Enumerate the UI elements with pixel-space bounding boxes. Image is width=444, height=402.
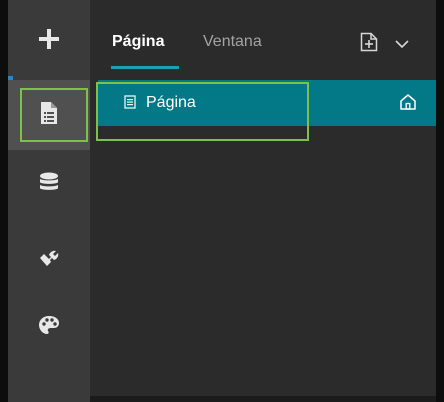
active-tab-underline	[111, 66, 179, 69]
chevron-down-icon[interactable]	[395, 36, 409, 54]
document-icon	[124, 95, 136, 114]
page-list-item[interactable]: Página	[98, 80, 436, 126]
home-icon[interactable]	[399, 93, 417, 116]
app-frame: Página Ventana Página	[0, 0, 444, 402]
sidebar-item-pages[interactable]	[8, 80, 90, 150]
sidebar-item-data[interactable]	[8, 152, 90, 218]
sidebar-item-theme[interactable]	[8, 294, 90, 360]
sidebar-item-add[interactable]	[8, 8, 90, 74]
pages-panel: Página Ventana Página	[90, 0, 436, 396]
panel-bottom-edge	[90, 396, 436, 402]
wrench-icon	[38, 246, 60, 273]
tab-pagina[interactable]: Página	[112, 33, 164, 51]
page-list-icon	[39, 101, 59, 130]
palette-icon	[38, 314, 60, 341]
plus-icon	[37, 27, 61, 56]
sidebar-item-tools[interactable]	[8, 226, 90, 292]
sidebar-rail	[8, 0, 90, 402]
tab-ventana[interactable]: Ventana	[203, 33, 262, 51]
page-label: Página	[146, 94, 196, 111]
database-icon	[39, 172, 59, 199]
add-page-icon[interactable]	[360, 32, 378, 57]
